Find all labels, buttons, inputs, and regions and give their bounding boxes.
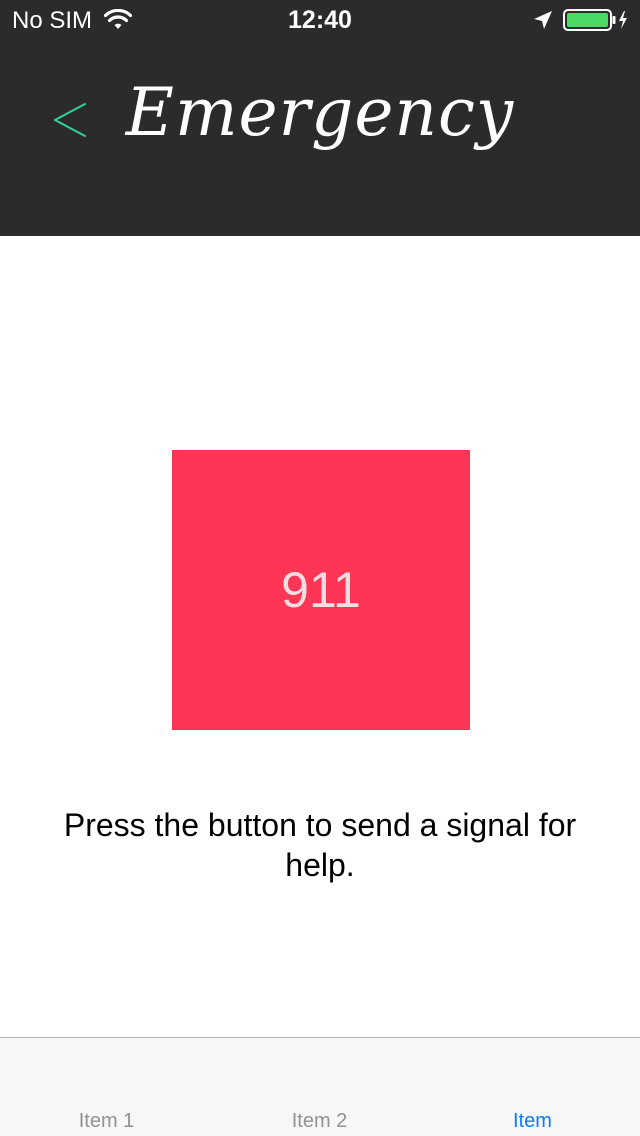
page-title: Emergency <box>125 74 515 151</box>
instruction-text: Press the button to send a signal for he… <box>63 807 577 883</box>
tab-item-1[interactable]: Item 1 <box>0 1110 213 1133</box>
emergency-call-button[interactable]: 911 <box>172 450 470 730</box>
emergency-button-label: 911 <box>281 562 361 618</box>
navigation-bar: Emergency <box>0 40 640 236</box>
location-arrow-icon <box>534 11 552 29</box>
battery-icon <box>563 9 627 31</box>
header: No SIM 12:40 Emergency <box>0 0 640 236</box>
status-bar: No SIM 12:40 <box>0 0 640 40</box>
app-screen: No SIM 12:40 Emergency 911 Press the but… <box>0 0 640 1136</box>
tab-item-3[interactable]: Item <box>426 1110 639 1133</box>
tab-item-2[interactable]: Item 2 <box>213 1110 426 1133</box>
charging-bolt-icon <box>619 11 627 29</box>
tab-bar: Item 1 Item 2 Item <box>0 1037 640 1136</box>
